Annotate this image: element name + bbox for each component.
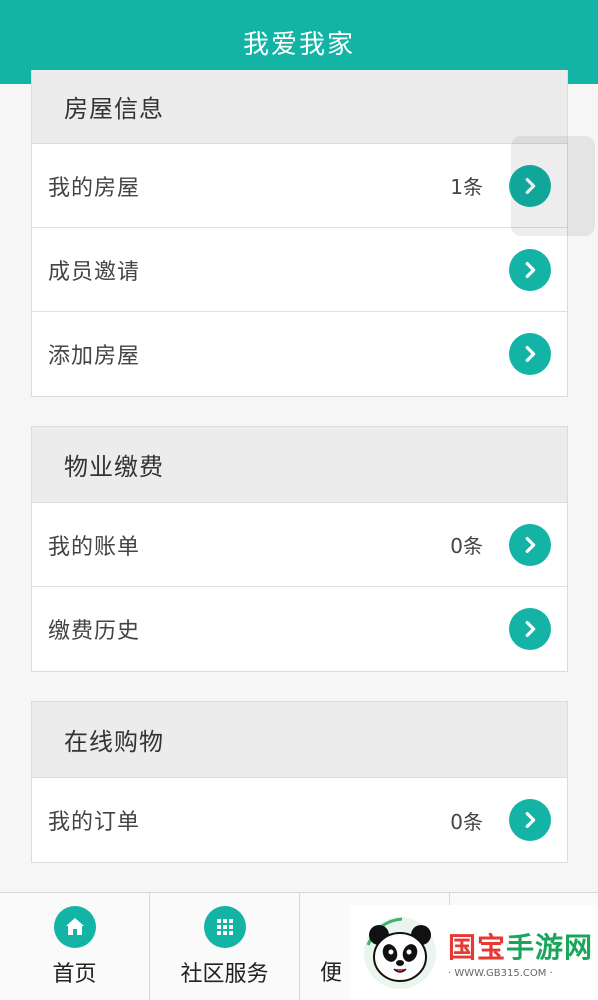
grid-icon <box>203 906 246 948</box>
chevron-right-icon[interactable] <box>509 248 551 291</box>
row-label: 缴费历史 <box>48 619 141 644</box>
list-item-member-invite[interactable]: 成员邀请 <box>32 228 567 312</box>
tab-label: 社区服务 <box>180 962 269 987</box>
row-label: 我的订单 <box>48 810 141 835</box>
row-count: 1条 <box>450 175 483 199</box>
tab-home[interactable]: 首页 <box>0 893 150 1000</box>
row-label: 添加房屋 <box>48 344 141 369</box>
row-label: 我的房屋 <box>48 175 141 201</box>
chevron-right-icon[interactable] <box>509 333 551 375</box>
section-header: 在线购物 <box>32 702 567 778</box>
tab-label: 便 <box>320 961 343 986</box>
panda-logo-icon <box>362 915 438 991</box>
list-item-add-house[interactable]: 添加房屋 <box>32 312 567 396</box>
row-count: 0条 <box>450 534 483 558</box>
list-item-payment-history[interactable]: 缴费历史 <box>32 587 567 671</box>
watermark-brand: 国宝手游网 <box>448 931 594 964</box>
list-item-my-orders[interactable]: 我的订单 0条 <box>32 778 567 862</box>
list-item-my-bill[interactable]: 我的账单 0条 <box>32 503 567 587</box>
chevron-right-icon[interactable] <box>509 164 551 207</box>
row-count: 0条 <box>450 809 483 834</box>
section-online-shopping: 在线购物 我的订单 0条 <box>31 701 568 863</box>
chevron-right-icon[interactable] <box>509 799 551 841</box>
list-item-my-house[interactable]: 我的房屋 1条 <box>32 136 595 236</box>
watermark-text: 国宝手游网 · WWW.GB315.COM · <box>448 926 593 979</box>
section-header: 房屋信息 <box>32 70 567 144</box>
tab-community-service[interactable]: 社区服务 <box>150 893 300 1000</box>
page-title: 我爱我家 <box>242 29 355 60</box>
chevron-right-icon[interactable] <box>509 608 551 650</box>
tab-label: 首页 <box>52 962 97 987</box>
section-header: 物业缴费 <box>32 427 567 503</box>
row-label: 我的账单 <box>48 534 141 560</box>
watermark-url: · WWW.GB315.COM · <box>448 968 553 979</box>
section-house-info: 房屋信息 我的房屋 1条 成员邀请 添加房屋 <box>31 70 595 397</box>
watermark: 国宝手游网 · WWW.GB315.COM · <box>350 905 598 1000</box>
chevron-right-icon[interactable] <box>509 523 551 566</box>
section-property-fee: 物业缴费 我的账单 0条 缴费历史 <box>31 426 568 672</box>
home-icon <box>53 906 96 948</box>
row-label: 成员邀请 <box>48 259 141 285</box>
